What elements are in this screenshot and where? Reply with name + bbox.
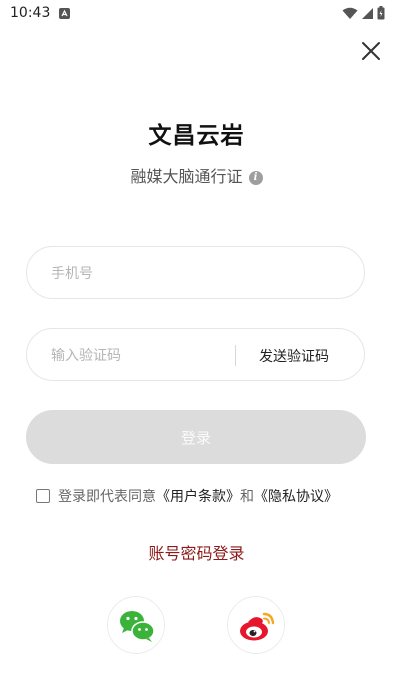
- phone-field: [26, 246, 365, 300]
- agreement-row: 登录即代表同意 《用户条款》 和 《隐私协议》: [36, 486, 338, 506]
- status-icons: [342, 6, 385, 20]
- subtitle-row: 融媒大脑通行证 i: [0, 163, 393, 187]
- code-input[interactable]: [49, 329, 233, 382]
- agreement-checkbox[interactable]: [36, 489, 50, 503]
- code-divider: [235, 345, 236, 366]
- weibo-icon: [240, 612, 275, 641]
- code-field: 发送验证码: [26, 328, 365, 382]
- status-time: 10:43: [10, 5, 51, 21]
- subtitle: 融媒大脑通行证: [130, 167, 243, 186]
- app-title: 文昌云岩: [148, 123, 245, 149]
- agreement-prefix: 登录即代表同意: [58, 489, 156, 505]
- agreement-and: 和: [240, 489, 254, 505]
- signal-icon: [362, 7, 373, 19]
- bottom-bar: [0, 694, 393, 700]
- phone-input[interactable]: [49, 247, 353, 300]
- wechat-icon: [120, 611, 155, 642]
- close-icon: [362, 42, 380, 60]
- login-button[interactable]: 登录: [26, 410, 366, 464]
- wifi-icon: [342, 7, 358, 19]
- app-notification-icon: [59, 8, 70, 19]
- status-bar: 10:43: [0, 0, 393, 28]
- privacy-link[interactable]: 《隐私协议》: [254, 486, 338, 506]
- battery-icon: [377, 6, 385, 20]
- password-login-link[interactable]: 账号密码登录: [0, 540, 393, 564]
- user-terms-link[interactable]: 《用户条款》: [156, 486, 240, 506]
- info-icon[interactable]: i: [248, 171, 263, 185]
- close-button[interactable]: [359, 39, 383, 63]
- wechat-login-button[interactable]: [107, 596, 165, 654]
- send-code-button[interactable]: 发送验证码: [259, 346, 329, 366]
- weibo-login-button[interactable]: [227, 596, 285, 654]
